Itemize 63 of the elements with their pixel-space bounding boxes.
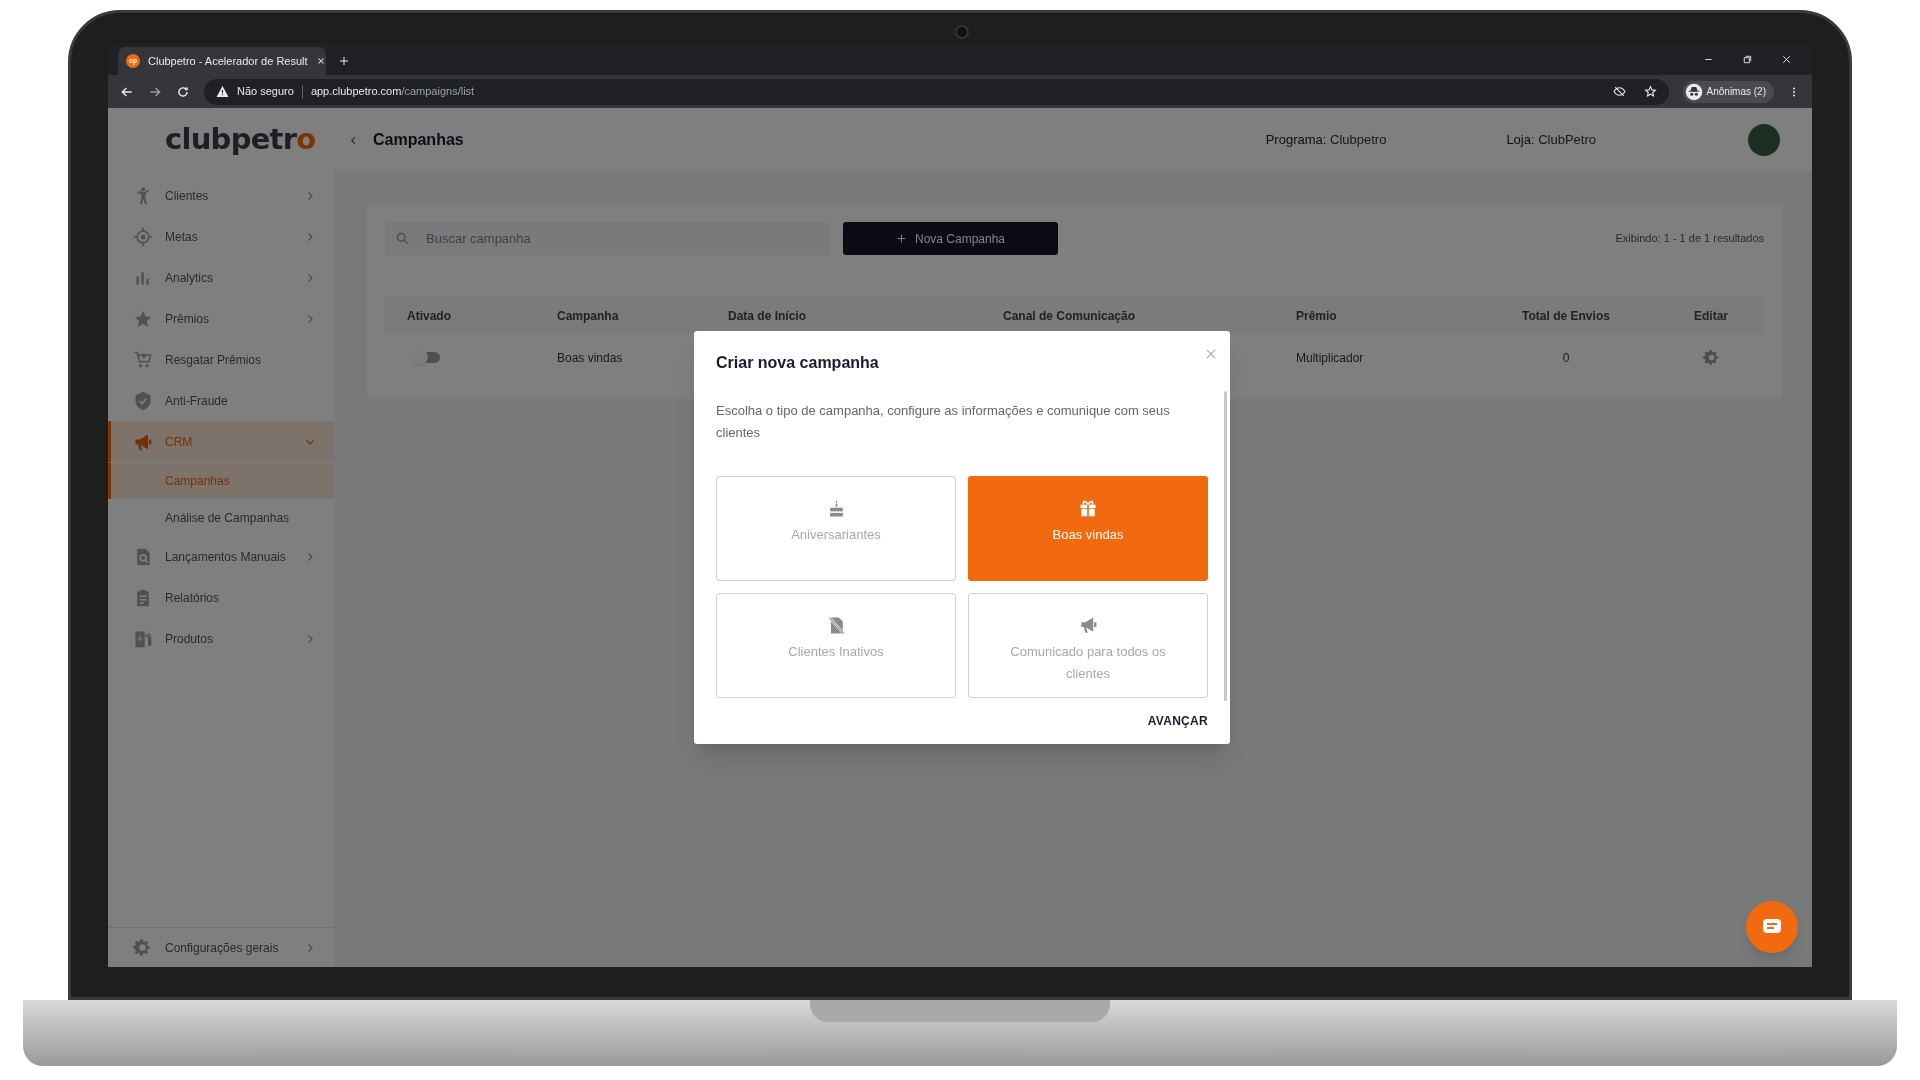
cart-icon xyxy=(133,349,153,370)
tab-title: Clubpetro - Acelerador de Result xyxy=(148,53,308,69)
sidebar-item[interactable]: Configurações gerais xyxy=(108,927,334,967)
new-tab-icon[interactable] xyxy=(338,55,350,67)
camera-icon xyxy=(955,25,969,39)
reload-icon[interactable] xyxy=(176,84,190,99)
table-cell: Boas vindas xyxy=(557,351,623,365)
sidebar-item[interactable]: Analytics xyxy=(108,257,334,298)
chat-button[interactable] xyxy=(1746,901,1798,953)
warning-icon xyxy=(216,85,229,98)
close-icon[interactable] xyxy=(315,56,326,66)
sidebar-item[interactable]: Resgatar Prêmios xyxy=(108,339,334,380)
target-icon xyxy=(133,226,153,247)
column-header: Ativado xyxy=(407,309,451,323)
column-header: Editar xyxy=(1694,309,1728,323)
column-header: Total de Envios xyxy=(1522,309,1610,323)
table-cell: Multiplicador xyxy=(1296,351,1364,365)
document-slash-icon xyxy=(826,616,846,635)
sidebar-item[interactable]: Prêmios xyxy=(108,298,334,339)
sidebar-item[interactable]: Anti-Fraude xyxy=(108,380,334,421)
sidebar-subitem[interactable]: Análise de Campanhas xyxy=(108,499,334,536)
profile-button[interactable]: Anônimas (2) xyxy=(1682,80,1774,103)
scrollbar[interactable] xyxy=(1224,391,1227,701)
store-label: Loja: ClubPetro xyxy=(1506,131,1596,150)
campaign-type-option[interactable]: Clientes Inativos xyxy=(716,593,956,698)
column-header: Canal de Comunicação xyxy=(1003,309,1136,323)
sidebar-item[interactable]: Clientes xyxy=(108,175,334,216)
table-cell: 0 xyxy=(1562,351,1570,365)
address-bar[interactable]: Não seguro app.clubpetro.com/campaigns/list xyxy=(204,78,1669,105)
toggle-switch[interactable] xyxy=(414,351,440,363)
gift-icon xyxy=(1078,498,1098,518)
security-label: Não seguro xyxy=(237,84,294,100)
url-text: app.clubpetro.com/campaigns/list xyxy=(310,84,475,100)
sidebar-item[interactable]: Relatórios xyxy=(108,577,334,618)
sidebar-item[interactable]: Lançamentos Manuais xyxy=(108,536,334,577)
sidebar-subitem[interactable]: Campanhas xyxy=(108,462,334,499)
logo: clubpetro xyxy=(164,121,317,159)
dialog-description: Escolha o tipo de campanha, configure as informações e comunique com seus clientes xyxy=(716,402,1171,442)
close-icon[interactable] xyxy=(1781,53,1792,65)
search-field[interactable]: Buscar campanha xyxy=(385,222,830,255)
campaign-type-option[interactable]: Comunicado para todos os clientes xyxy=(968,593,1208,698)
sidebar-item[interactable]: CRM xyxy=(108,421,334,462)
new-campaign-button[interactable]: Nova Campanha xyxy=(843,222,1058,255)
incognito-icon xyxy=(1684,82,1703,101)
star-icon[interactable] xyxy=(1643,85,1657,98)
column-header: Prêmio xyxy=(1296,309,1337,323)
shield-icon xyxy=(133,390,153,411)
sidebar-item[interactable]: Produtos xyxy=(108,618,334,659)
next-button[interactable]: AVANÇAR xyxy=(1147,712,1208,730)
column-header: Data de Início xyxy=(728,309,807,323)
results-count: Exibindo: 1 - 1 de 1 resultados xyxy=(1615,231,1764,247)
campaign-type-option[interactable]: Boas vindas xyxy=(968,476,1208,581)
dialog-title: Criar nova campanha xyxy=(716,353,880,373)
program-label: Programa: Clubpetro xyxy=(1265,131,1387,150)
megaphone-icon xyxy=(1078,616,1098,635)
column-header: Campanha xyxy=(557,309,619,323)
restore-icon[interactable] xyxy=(1742,53,1753,65)
eye-off-icon[interactable] xyxy=(1612,85,1626,98)
plus-icon xyxy=(895,233,907,244)
settings-icon xyxy=(133,938,152,957)
page-title: Campanhas xyxy=(373,130,464,150)
sidebar-item[interactable]: Metas xyxy=(108,216,334,257)
campaign-type-option[interactable]: Aniversariantes xyxy=(716,476,956,581)
